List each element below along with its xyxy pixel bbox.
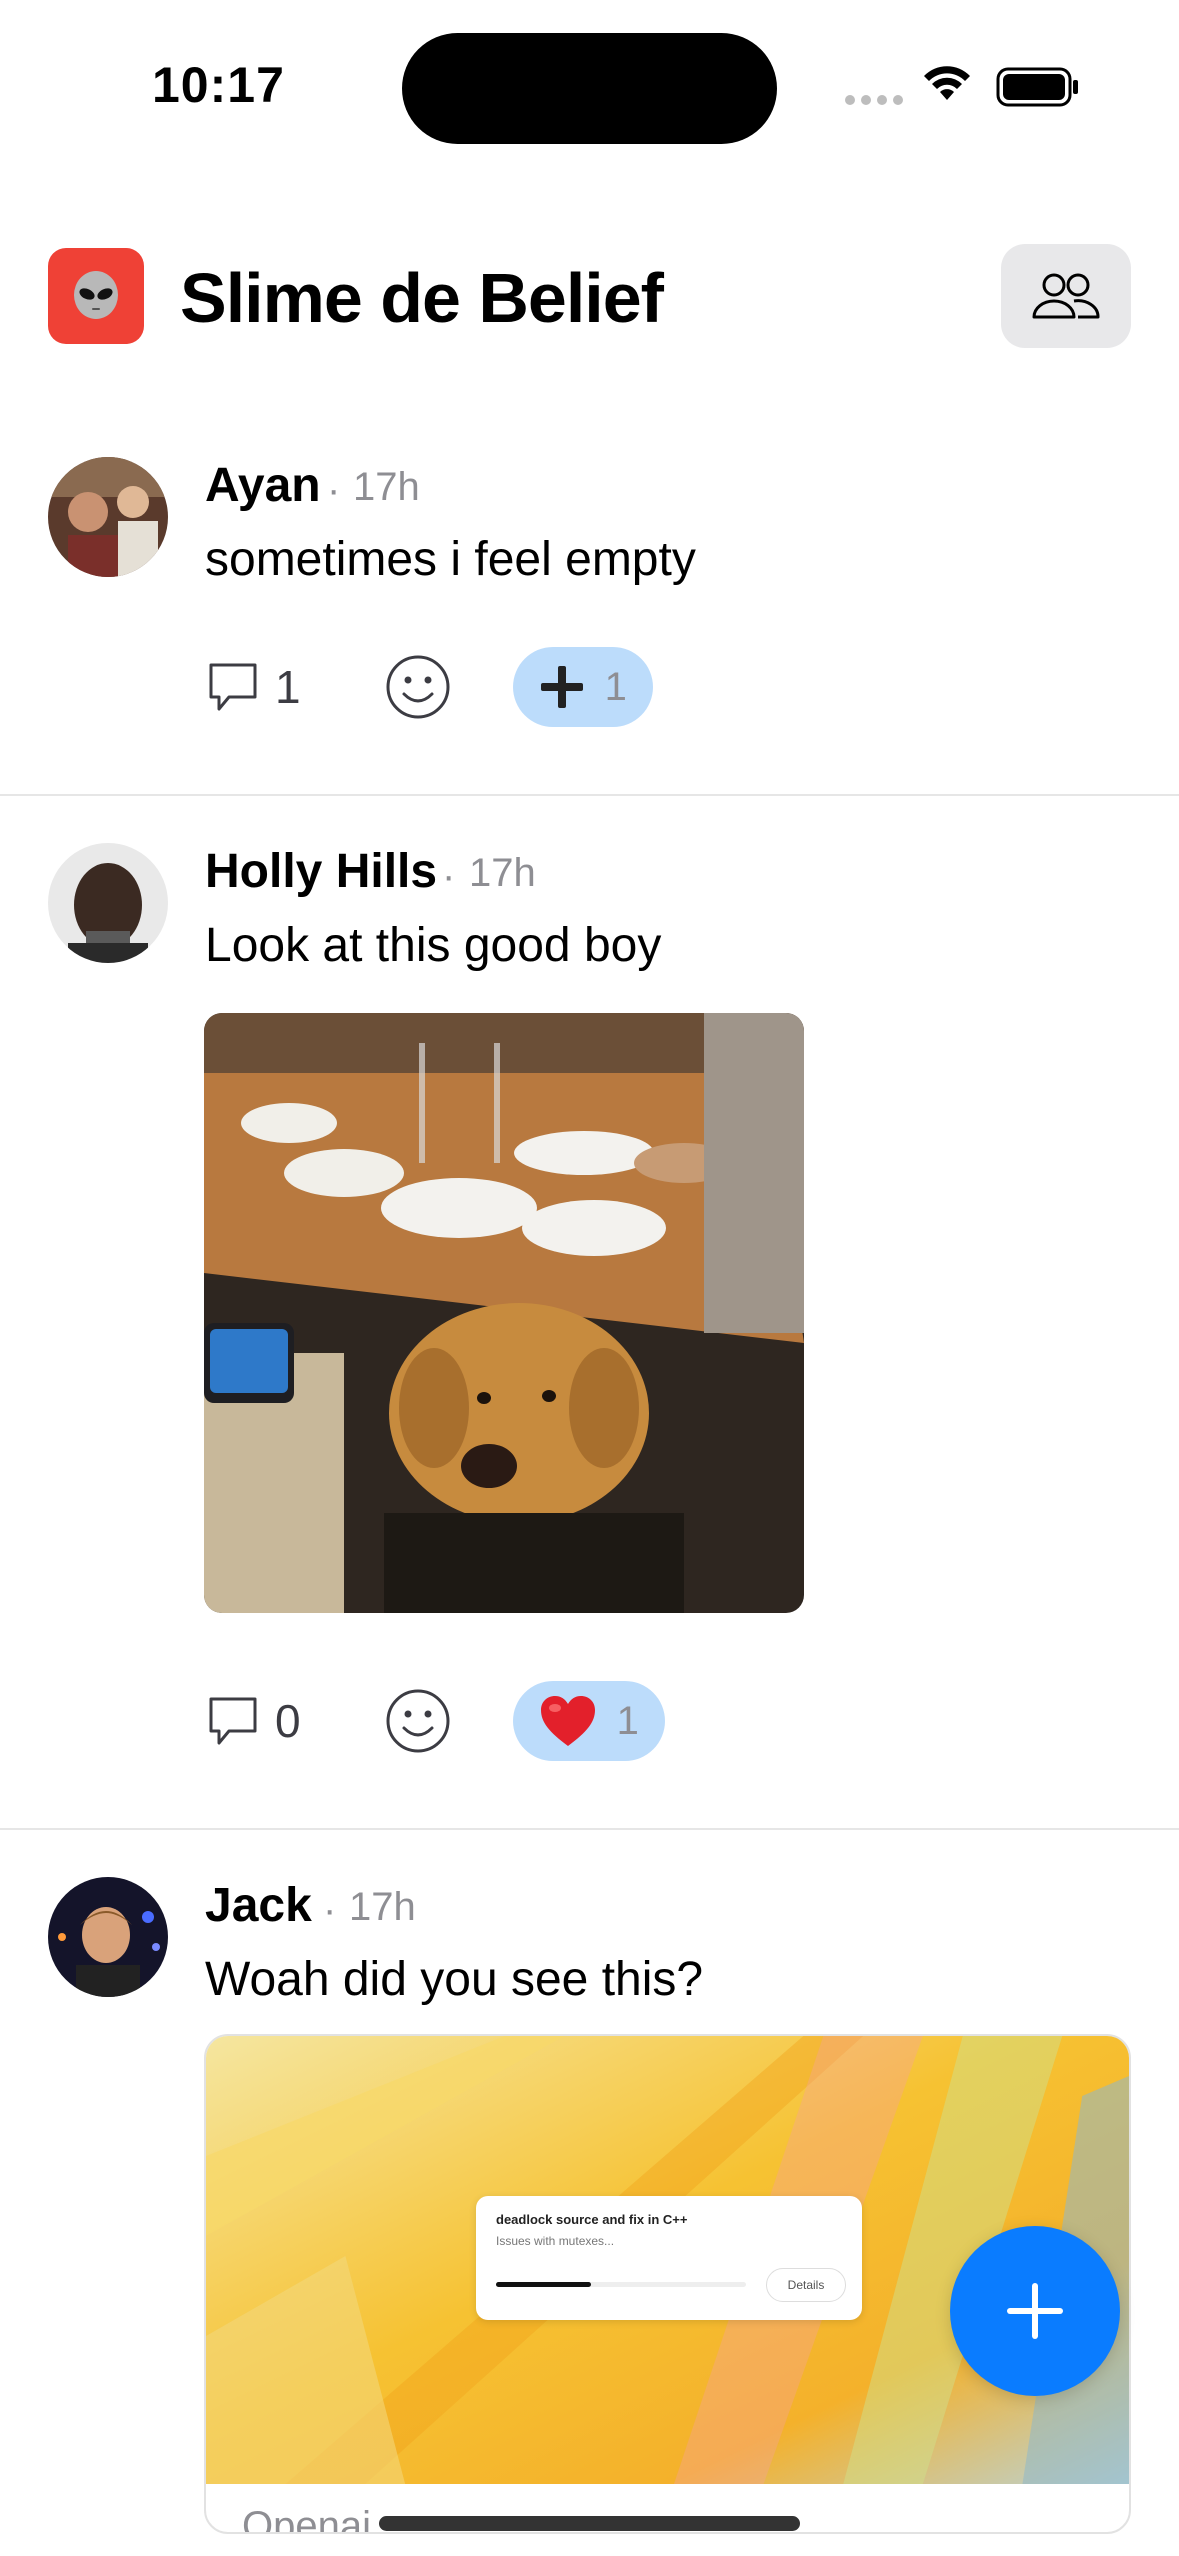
post-time: 17h	[353, 465, 420, 509]
link-inner-card: deadlock source and fix in C++ Issues wi…	[476, 2196, 862, 2320]
alien-icon	[74, 271, 118, 319]
comment-count: 1	[275, 661, 301, 713]
post-actions: 0 1	[205, 1681, 665, 1761]
link-source: Openai	[242, 2504, 371, 2534]
reaction-count: 1	[616, 1698, 639, 1743]
smiley-icon	[386, 655, 450, 719]
link-card-title: deadlock source and fix in C++	[496, 2212, 688, 2227]
plus-reaction-icon	[540, 666, 583, 708]
post-divider	[0, 794, 1179, 796]
add-reaction-button[interactable]	[385, 654, 451, 720]
post-photo-dog[interactable]	[204, 1013, 804, 1613]
battery-icon	[996, 67, 1078, 107]
cellular-signal-icon	[845, 95, 903, 105]
heart-icon	[540, 1696, 595, 1746]
separator-dot: ·	[323, 1888, 337, 1932]
group-title: Slime de Belief	[180, 259, 664, 337]
separator-dot: ·	[442, 854, 456, 898]
author-name[interactable]: Jack	[205, 1878, 312, 1933]
reaction-count: 1	[604, 664, 627, 709]
post-text: sometimes i feel empty	[205, 533, 696, 586]
post-actions: 1 1	[205, 647, 653, 727]
link-card-subtitle: Issues with mutexes...	[496, 2234, 615, 2248]
comment-button[interactable]: 0	[205, 1693, 301, 1749]
avatar[interactable]	[48, 1877, 168, 1997]
people-icon	[1032, 273, 1100, 319]
author-name[interactable]: Ayan	[205, 458, 321, 513]
dynamic-island	[402, 33, 777, 144]
link-progress-bar	[496, 2282, 746, 2287]
link-details-button[interactable]: Details	[766, 2268, 846, 2302]
reaction-pill[interactable]: 1	[512, 647, 653, 727]
post-time: 17h	[469, 851, 536, 895]
wifi-icon	[924, 66, 970, 100]
avatar[interactable]	[48, 843, 168, 963]
status-time: 10:17	[152, 57, 285, 113]
comment-icon	[209, 663, 257, 711]
post-divider	[0, 1828, 1179, 1830]
post-text: Woah did you see this?	[205, 1953, 704, 2006]
author-name[interactable]: Holly Hills	[205, 844, 437, 899]
app-icon[interactable]	[48, 248, 144, 344]
plus-icon	[1007, 2283, 1063, 2339]
avatar[interactable]	[48, 457, 168, 577]
separator-dot: ·	[327, 468, 341, 512]
reaction-pill[interactable]: 1	[512, 1681, 665, 1761]
comment-count: 0	[275, 1695, 301, 1747]
comment-icon	[209, 1697, 257, 1745]
members-button[interactable]	[1001, 244, 1131, 348]
add-reaction-button[interactable]	[385, 1688, 451, 1754]
new-post-button[interactable]	[950, 2226, 1120, 2396]
home-indicator[interactable]	[379, 2516, 800, 2531]
dog-photo-image	[204, 1013, 804, 1613]
comment-button[interactable]: 1	[205, 659, 301, 715]
smiley-icon	[386, 1689, 450, 1753]
post-time: 17h	[349, 1885, 416, 1929]
post-text: Look at this good boy	[205, 919, 662, 972]
